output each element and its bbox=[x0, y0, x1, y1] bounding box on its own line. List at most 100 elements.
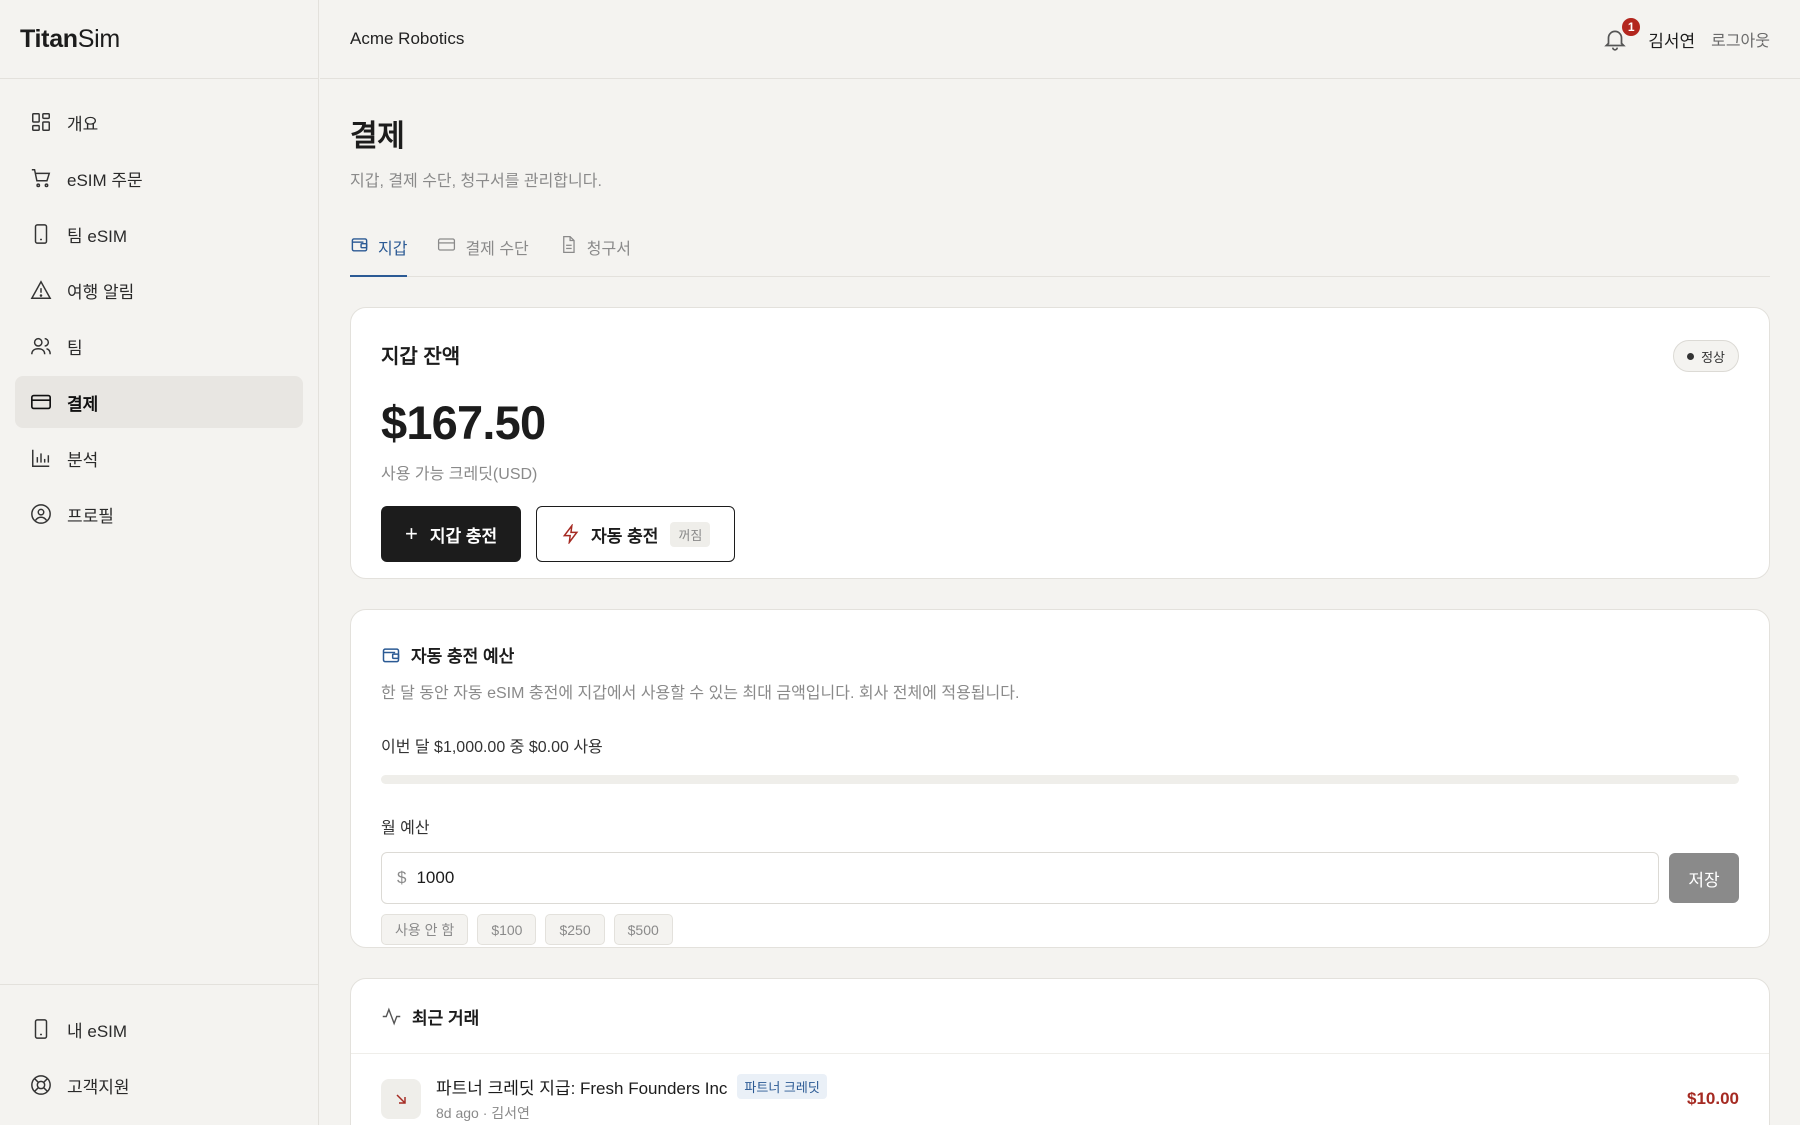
lightning-icon bbox=[562, 524, 579, 544]
brand-logo[interactable]: Titan Sim bbox=[0, 0, 318, 79]
budget-usage-text: 이번 달 $1,000.00 중 $0.00 사용 bbox=[381, 739, 603, 756]
organization-name: Acme Robotics bbox=[350, 29, 465, 48]
notification-count-badge: 1 bbox=[1620, 16, 1643, 38]
budget-header: 자동 충전 예산 bbox=[381, 642, 1739, 667]
page-title: 결제 bbox=[350, 120, 405, 153]
credit-card-icon bbox=[438, 238, 456, 251]
user-circle-icon bbox=[31, 504, 51, 524]
currency-symbol: $ bbox=[397, 868, 407, 887]
tab-payment-methods[interactable]: 결제 수단 bbox=[437, 231, 529, 276]
sidebar-nav: 개요 eSIM 주문 팀 eSIM 여행 알림 팀 결제 분석 프로필 bbox=[0, 79, 318, 540]
sidebar-item-billing[interactable]: 결제 bbox=[15, 376, 303, 428]
sidebar-item-esim-order[interactable]: eSIM 주문 bbox=[15, 152, 303, 204]
sidebar-item-label: 고객지원 bbox=[67, 1077, 130, 1097]
budget-input-row: $ 1000 저장 bbox=[381, 852, 1739, 904]
cart-icon bbox=[31, 169, 51, 188]
sidebar-item-label: 팀 eSIM bbox=[67, 226, 128, 246]
page-subtitle: 지갑, 결제 수단, 청구서를 관리합니다. bbox=[350, 173, 602, 190]
grid-icon bbox=[32, 113, 50, 131]
user-name[interactable]: 김서연 bbox=[1648, 27, 1695, 52]
sidebar-item-label: 프로필 bbox=[67, 506, 114, 526]
sidebar-item-my-esim[interactable]: 내 eSIM bbox=[15, 1003, 303, 1055]
notifications-button[interactable]: 1 bbox=[1602, 16, 1643, 52]
sidebar-item-support[interactable]: 고객지원 bbox=[15, 1059, 303, 1111]
document-icon bbox=[562, 235, 575, 254]
sidebar-item-label: 분석 bbox=[67, 450, 99, 470]
tab-wallet[interactable]: 지갑 bbox=[350, 231, 408, 277]
topup-wallet-label: 지갑 충전 bbox=[429, 526, 498, 546]
monthly-budget-input[interactable]: $ 1000 bbox=[381, 852, 1659, 904]
wallet-balance-subtitle: 사용 가능 크레딧(USD) bbox=[381, 466, 538, 483]
status-badge: 정상 bbox=[1673, 340, 1739, 372]
sidebar-item-profile[interactable]: 프로필 bbox=[15, 488, 303, 540]
transaction-title-row: 파트너 크레딧 지급: Fresh Founders Inc 파트너 크레딧 bbox=[436, 1074, 827, 1099]
sidebar-item-team-esim[interactable]: 팀 eSIM bbox=[15, 208, 303, 260]
main-content: 결제 지갑, 결제 수단, 청구서를 관리합니다. 지갑 결제 수단 청구서 지… bbox=[350, 79, 1770, 1125]
header-actions: 1 김서연 로그아웃 bbox=[1602, 16, 1770, 52]
bar-chart-icon bbox=[32, 449, 50, 467]
tab-label: 결제 수단 bbox=[465, 241, 529, 258]
transaction-meta: 8d ago · 김서연 bbox=[436, 1105, 530, 1121]
logout-link[interactable]: 로그아웃 bbox=[1711, 27, 1770, 51]
transactions-title: 최근 거래 bbox=[412, 1008, 480, 1028]
auto-topup-label: 자동 충전 bbox=[591, 526, 659, 546]
wallet-actions: + 지갑 충전 자동 충전 꺼짐 bbox=[381, 506, 1739, 562]
budget-title: 자동 충전 예산 bbox=[411, 647, 515, 666]
brand-name-bold: Titan bbox=[20, 24, 78, 53]
transaction-amount: $10.00 bbox=[1687, 1088, 1739, 1108]
phone-icon bbox=[34, 224, 48, 244]
budget-description: 한 달 동안 자동 eSIM 충전에 지갑에서 사용할 수 있는 최대 금액입니… bbox=[381, 685, 1020, 702]
sidebar-item-analytics[interactable]: 분석 bbox=[15, 432, 303, 484]
sidebar-item-travel-alerts[interactable]: 여행 알림 bbox=[15, 264, 303, 316]
wallet-balance-amount: $167.50 bbox=[381, 396, 546, 449]
top-bar: Acme Robotics 1 김서연 로그아웃 bbox=[320, 0, 1800, 79]
wallet-icon bbox=[382, 647, 400, 662]
sidebar-item-label: 개요 bbox=[67, 114, 99, 134]
auto-topup-state-badge: 꺼짐 bbox=[670, 521, 711, 547]
sidebar-item-label: 여행 알림 bbox=[67, 282, 135, 302]
transaction-type-icon bbox=[381, 1078, 421, 1119]
arrow-down-right-icon bbox=[396, 1093, 406, 1104]
tab-label: 지갑 bbox=[378, 241, 408, 258]
save-budget-button[interactable]: 저장 bbox=[1669, 853, 1739, 903]
lifebuoy-icon bbox=[31, 1075, 51, 1095]
monthly-budget-label: 월 예산 bbox=[381, 820, 430, 837]
sidebar-item-label: 결제 bbox=[67, 394, 99, 414]
brand-name-light: Sim bbox=[77, 24, 120, 53]
auto-topup-budget-card: 자동 충전 예산 한 달 동안 자동 eSIM 충전에 지갑에서 사용할 수 있… bbox=[350, 609, 1770, 948]
preset-100-button[interactable]: $100 bbox=[477, 914, 537, 945]
plus-icon: + bbox=[405, 521, 418, 546]
sidebar-item-team[interactable]: 팀 bbox=[15, 320, 303, 372]
budget-input-value: 1000 bbox=[416, 868, 455, 887]
transaction-tag: 파트너 크레딧 bbox=[737, 1074, 827, 1099]
users-icon bbox=[31, 337, 51, 355]
budget-presets: 사용 안 함 $100 $250 $500 bbox=[381, 914, 1739, 945]
preset-250-button[interactable]: $250 bbox=[545, 914, 605, 945]
budget-progress-bar bbox=[381, 775, 1739, 784]
preset-none-button[interactable]: 사용 안 함 bbox=[381, 914, 469, 945]
sidebar-item-overview[interactable]: 개요 bbox=[15, 96, 303, 148]
alert-triangle-icon bbox=[30, 280, 52, 299]
transaction-title: 파트너 크레딧 지급: Fresh Founders Inc bbox=[436, 1079, 728, 1098]
preset-500-button[interactable]: $500 bbox=[613, 914, 673, 945]
recent-transactions-card: 최근 거래 파트너 크레딧 지급: Fresh Founders Inc 파트너… bbox=[350, 978, 1770, 1125]
transactions-header: 최근 거래 bbox=[351, 979, 1769, 1054]
activity-icon bbox=[382, 1007, 401, 1025]
sidebar-item-label: eSIM 주문 bbox=[67, 170, 143, 190]
tab-invoices[interactable]: 청구서 bbox=[559, 231, 631, 276]
phone-icon bbox=[34, 1019, 48, 1039]
auto-topup-button[interactable]: 자동 충전 꺼짐 bbox=[536, 506, 736, 562]
transaction-details: 파트너 크레딧 지급: Fresh Founders Inc 파트너 크레딧 8… bbox=[436, 1074, 827, 1123]
transaction-row[interactable]: 파트너 크레딧 지급: Fresh Founders Inc 파트너 크레딧 8… bbox=[351, 1054, 1769, 1125]
status-text: 정상 bbox=[1701, 349, 1725, 365]
sidebar-item-label: 내 eSIM bbox=[67, 1021, 128, 1041]
topup-wallet-button[interactable]: + 지갑 충전 bbox=[381, 506, 522, 562]
credit-card-icon bbox=[31, 394, 51, 410]
wallet-balance-title: 지갑 잔액 bbox=[381, 346, 461, 368]
sidebar-item-label: 팀 bbox=[67, 338, 83, 358]
wallet-balance-card: 지갑 잔액 정상 $167.50 사용 가능 크레딧(USD) + 지갑 충전 … bbox=[350, 307, 1770, 579]
wallet-icon bbox=[351, 238, 368, 252]
status-dot-icon bbox=[1687, 352, 1695, 360]
sidebar: Titan Sim 개요 eSIM 주문 팀 eSIM 여행 알림 팀 결제 분… bbox=[0, 0, 319, 1125]
tab-label: 청구서 bbox=[586, 241, 631, 258]
